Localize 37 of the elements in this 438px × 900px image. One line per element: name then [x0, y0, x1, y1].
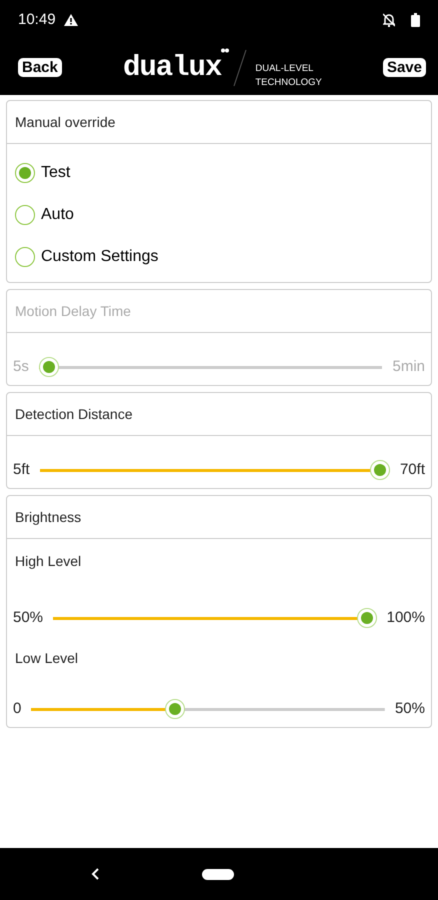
save-button[interactable]: Save	[382, 58, 426, 77]
card-title: Detection Distance	[15, 404, 133, 424]
dots-icon	[221, 48, 230, 52]
radio-option[interactable]: Test	[15, 152, 70, 194]
clock: 10:49	[18, 10, 56, 30]
warning-icon	[64, 14, 78, 26]
slider-thumb	[38, 357, 59, 377]
slider-label: Low Level	[14, 649, 80, 668]
card-title: Manual override	[15, 112, 116, 132]
tagline-text: TECHNOLOGY	[255, 76, 322, 90]
battery-icon	[411, 13, 420, 27]
min-label: 50%	[13, 608, 44, 628]
slider-thumb[interactable]	[370, 460, 390, 480]
radio-option[interactable]: Custom Settings	[15, 236, 158, 278]
home-handle[interactable]	[202, 868, 234, 880]
brand-logo: dualux	[122, 53, 222, 82]
slider-thumb[interactable]	[356, 608, 377, 628]
tagline-text: DUAL-LEVEL	[255, 62, 314, 76]
bell-off-icon	[383, 13, 395, 27]
slider-thumb[interactable]	[164, 699, 185, 719]
card-title: Motion Delay Time	[15, 302, 131, 321]
max-label: 5min	[392, 356, 425, 377]
max-label: 100%	[386, 608, 425, 628]
radio-option[interactable]: Auto	[15, 194, 74, 236]
slider-label: High Level	[14, 552, 82, 571]
radio-button[interactable]	[15, 163, 35, 183]
card-title: Brightness	[15, 508, 82, 527]
back-nav-icon[interactable]	[91, 868, 99, 880]
min-label: 0	[13, 698, 22, 719]
radio-button[interactable]	[15, 247, 35, 267]
max-label: 50%	[394, 698, 425, 719]
min-label: 5ft	[13, 460, 30, 480]
min-label: 5s	[13, 356, 29, 377]
max-label: 70ft	[400, 460, 425, 480]
radio-button[interactable]	[15, 205, 35, 225]
back-button[interactable]: Back	[18, 58, 62, 77]
logo-slash	[233, 48, 248, 88]
